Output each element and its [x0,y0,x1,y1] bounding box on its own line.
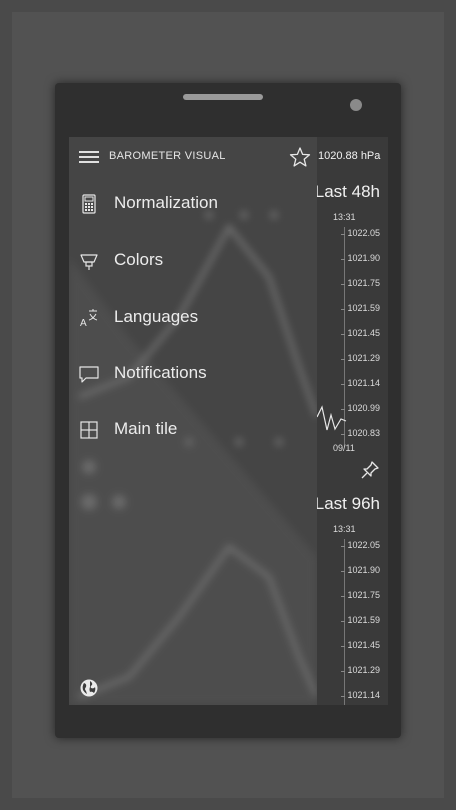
paint-bucket-icon [80,254,98,270]
y-tick-label: 1021.29 [341,353,380,363]
globe-icon[interactable] [79,678,99,698]
star-icon[interactable] [289,146,311,168]
calculator-icon [82,194,96,214]
menu-item-colors[interactable]: Colors [69,237,317,285]
app-screen: Last 48h 13:31 1022.05 1021.90 1021.75 1021… [69,137,388,705]
current-pressure: 1020.88 hPa [318,150,381,162]
y-tick-label: 1021.14 [341,690,380,700]
chat-bubble-icon [79,366,99,383]
chart-48h-line [317,405,347,431]
y-tick-label: 1021.45 [341,640,380,650]
y-tick-label: 1021.75 [341,590,380,600]
menu-item-label: Notifications [114,363,207,382]
chart-96h-y-axis [344,539,345,705]
menu-item-languages[interactable]: A Languages [69,294,317,342]
phone-camera [350,99,362,111]
top-bar: BAROMETER VISUAL 1020.88 hPa [69,137,388,177]
y-tick-label: 1021.90 [341,565,380,575]
app-title: BAROMETER VISUAL [109,150,226,162]
menu-item-normalization[interactable]: Normalization [69,180,317,228]
phone-speaker [183,94,263,100]
menu-item-label: Colors [114,250,164,269]
menu-item-notifications[interactable]: Notifications [69,350,317,398]
y-tick-label: 1020.99 [341,403,380,413]
y-tick-label: 1020.83 [341,428,380,438]
y-tick-label: 1021.29 [341,665,380,675]
menu-item-label: Languages [114,307,199,326]
y-tick-label: 1021.59 [341,615,380,625]
y-tick-label: 1021.59 [341,303,380,313]
menu-item-main-tile[interactable]: Main tile [69,406,317,454]
y-tick-label: 1021.90 [341,253,380,263]
chart-96h-time-label: 13:31 [333,524,356,534]
menu-item-label: Main tile [114,419,178,438]
y-tick-label: 1021.45 [341,328,380,338]
svg-text:A: A [80,318,87,328]
chart-48h-time-label: 13:31 [333,212,356,222]
y-tick-label: 1021.14 [341,378,380,388]
y-tick-label: 1022.05 [341,228,380,238]
chart-48h-date-label: 09/11 [333,443,355,453]
y-tick-label: 1022.05 [341,540,380,550]
chart-96h-title: Last 96h [314,494,380,513]
hamburger-icon[interactable] [79,151,99,163]
tile-grid-icon [80,421,98,439]
translate-icon: A [80,309,98,328]
y-tick-label: 1021.75 [341,278,380,288]
chart-48h-title: Last 48h [314,182,380,201]
menu-item-label: Normalization [114,193,218,212]
pin-icon[interactable] [360,460,380,480]
